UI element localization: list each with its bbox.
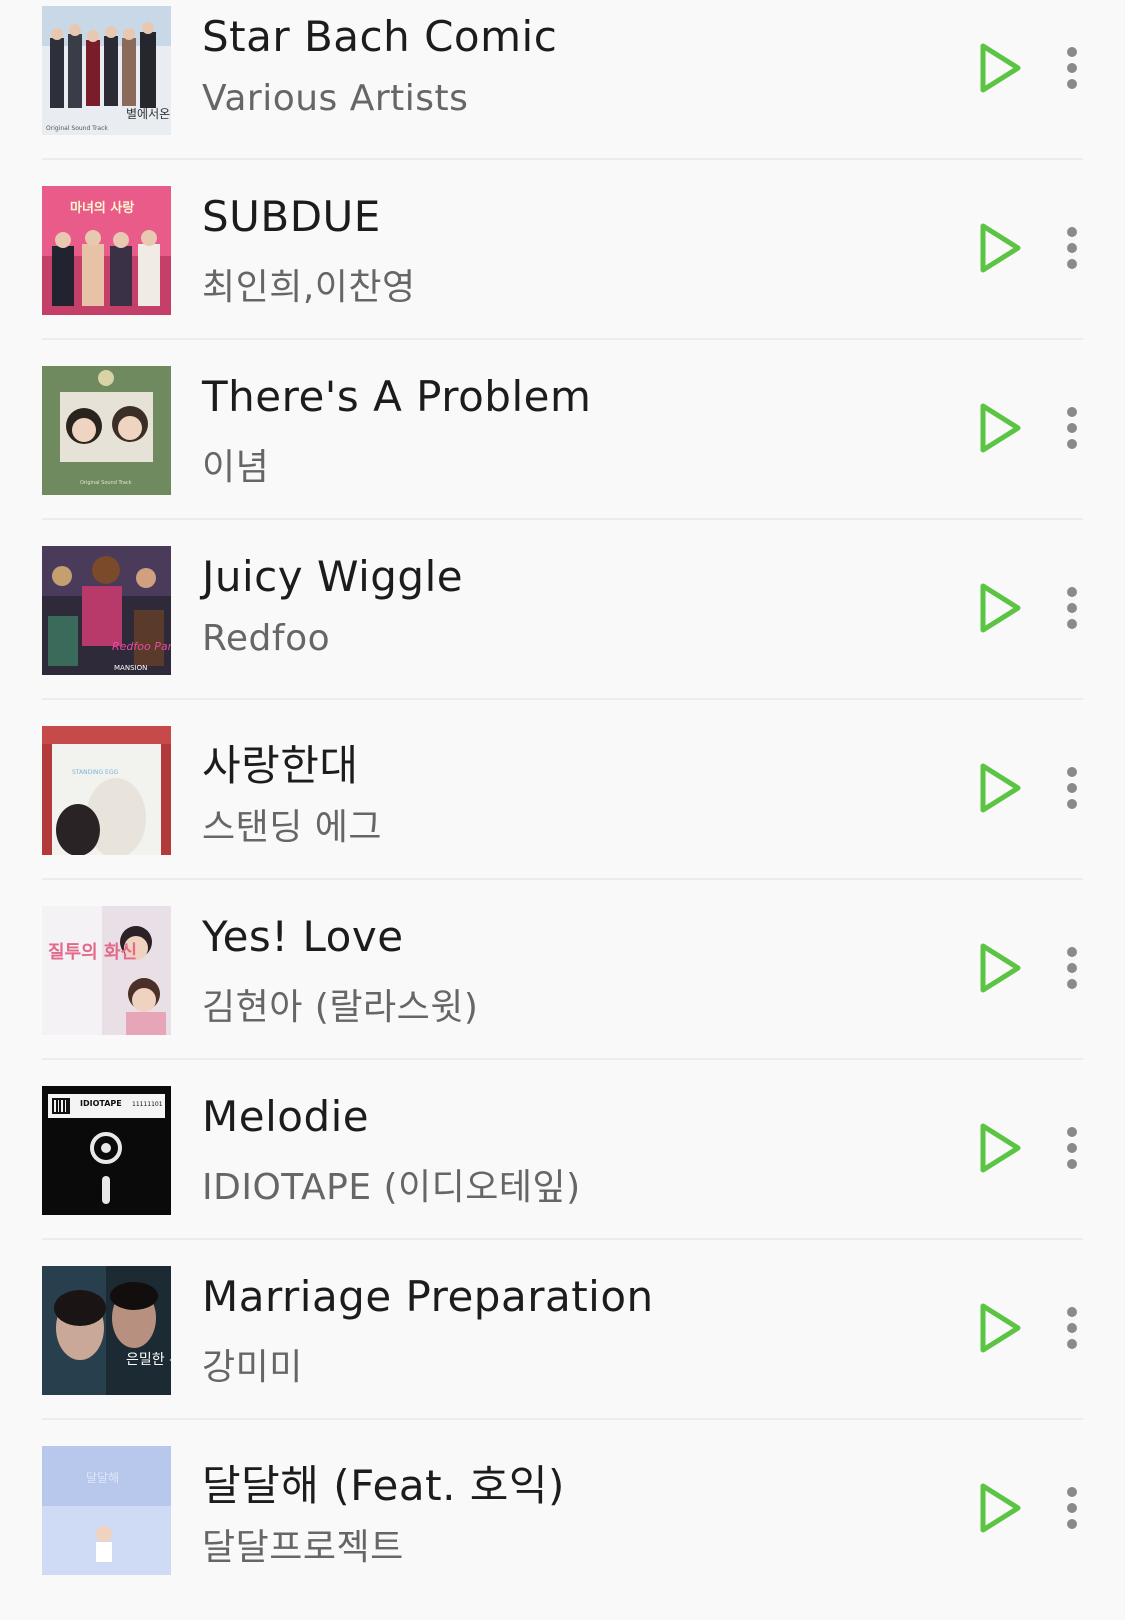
play-icon (980, 223, 1021, 273)
play-icon (980, 583, 1021, 633)
more-options-button[interactable] (1052, 1300, 1092, 1356)
cover-text: 질투의 화신 (48, 942, 137, 963)
play-button[interactable] (968, 396, 1032, 460)
song-title: There's A Problem (202, 372, 592, 421)
play-button[interactable] (968, 756, 1032, 820)
album-art: 은밀한 유혹 (42, 1266, 171, 1395)
more-vertical-icon (1067, 767, 1077, 809)
song-artist: 최인희,이찬영 (202, 267, 416, 308)
play-button[interactable] (968, 936, 1032, 1000)
row-divider (42, 1418, 1083, 1420)
more-vertical-icon (1067, 587, 1077, 629)
more-vertical-icon (1067, 1487, 1077, 1529)
more-options-button[interactable] (1052, 1480, 1092, 1536)
row-divider (42, 158, 1083, 160)
album-art: Original Sound Track (42, 366, 171, 495)
song-row[interactable]: 별에서온 그대 Original Sound Track Star Bach C… (0, 0, 1125, 180)
cover-text: STANDING EGG (72, 769, 118, 776)
more-options-button[interactable] (1052, 580, 1092, 636)
song-title: Juicy Wiggle (202, 552, 464, 601)
cover-sub: 11111101 (132, 1101, 163, 1108)
play-icon (980, 1483, 1021, 1533)
row-divider (42, 878, 1083, 880)
song-title: 사랑한대 (202, 741, 359, 790)
cover-text: Redfoo Party Rock (112, 640, 171, 653)
more-options-button[interactable] (1052, 220, 1092, 276)
more-vertical-icon (1067, 227, 1077, 269)
song-title: Star Bach Comic (202, 12, 558, 61)
play-button[interactable] (968, 576, 1032, 640)
row-divider (42, 698, 1083, 700)
song-artist: 달달프로젝트 (202, 1527, 404, 1568)
song-row[interactable]: STANDING EGG 사랑한대 스탠딩 에그 (0, 720, 1125, 900)
play-button[interactable] (968, 1116, 1032, 1180)
play-button[interactable] (968, 216, 1032, 280)
album-art: IDIOTAPE 11111101 (42, 1086, 171, 1215)
more-vertical-icon (1067, 407, 1077, 449)
album-art: 별에서온 그대 Original Sound Track (42, 6, 171, 135)
song-artist: 이념 (202, 447, 270, 488)
cover-text: IDIOTAPE (80, 1099, 122, 1108)
cover-text: 은밀한 유혹 (126, 1352, 171, 1368)
cover-text: 달달해 (86, 1471, 119, 1485)
more-options-button[interactable] (1052, 940, 1092, 996)
song-row[interactable]: 달달해 달달해 (Feat. 호익) 달달프로젝트 (0, 1440, 1125, 1620)
album-art: STANDING EGG (42, 726, 171, 855)
play-icon (980, 943, 1021, 993)
more-options-button[interactable] (1052, 400, 1092, 456)
album-art: 질투의 화신 (42, 906, 171, 1035)
cover-text: Original Sound Track (80, 480, 132, 486)
row-divider (42, 518, 1083, 520)
cover-sub: MANSION (114, 664, 147, 672)
song-row[interactable]: 은밀한 유혹 Marriage Preparation 강미미 (0, 1260, 1125, 1440)
song-artist: 강미미 (202, 1347, 303, 1388)
play-icon (980, 403, 1021, 453)
album-art: 마녀의 사랑 (42, 186, 171, 315)
play-button[interactable] (968, 1476, 1032, 1540)
play-icon (980, 763, 1021, 813)
song-artist: Redfoo (202, 618, 331, 659)
song-row[interactable]: 질투의 화신 Yes! Love 김현아 (랄라스윗) (0, 900, 1125, 1080)
song-row[interactable]: Original Sound Track There's A Problem 이… (0, 360, 1125, 540)
more-vertical-icon (1067, 1307, 1077, 1349)
play-icon (980, 1123, 1021, 1173)
row-divider (42, 1058, 1083, 1060)
song-artist: 스탠딩 에그 (202, 807, 383, 848)
play-icon (980, 43, 1021, 93)
song-artist: IDIOTAPE (이디오테잎) (202, 1167, 581, 1208)
album-art: 달달해 (42, 1446, 171, 1575)
play-button[interactable] (968, 1296, 1032, 1360)
song-artist: Various Artists (202, 78, 469, 119)
play-icon (980, 1303, 1021, 1353)
song-row[interactable]: 마녀의 사랑 SUBDUE 최인희,이찬영 (0, 180, 1125, 360)
more-vertical-icon (1067, 1127, 1077, 1169)
song-title: SUBDUE (202, 192, 381, 241)
song-row[interactable]: IDIOTAPE 11111101 Melodie IDIOTAPE (이디오테… (0, 1080, 1125, 1260)
more-vertical-icon (1067, 947, 1077, 989)
song-row[interactable]: Redfoo Party Rock MANSION Juicy Wiggle R… (0, 540, 1125, 720)
more-vertical-icon (1067, 47, 1077, 89)
more-options-button[interactable] (1052, 1120, 1092, 1176)
cover-text: 마녀의 사랑 (70, 200, 134, 216)
more-options-button[interactable] (1052, 760, 1092, 816)
row-divider (42, 1238, 1083, 1240)
song-title: 달달해 (Feat. 호익) (202, 1461, 565, 1510)
album-art: Redfoo Party Rock MANSION (42, 546, 171, 675)
song-title: Melodie (202, 1092, 370, 1141)
song-title: Yes! Love (202, 912, 404, 961)
row-divider (42, 338, 1083, 340)
cover-text: 별에서온 그대 (126, 107, 171, 121)
cover-sub: Original Sound Track (46, 125, 108, 132)
song-title: Marriage Preparation (202, 1272, 654, 1321)
play-button[interactable] (968, 36, 1032, 100)
more-options-button[interactable] (1052, 40, 1092, 96)
song-artist: 김현아 (랄라스윗) (202, 987, 479, 1028)
